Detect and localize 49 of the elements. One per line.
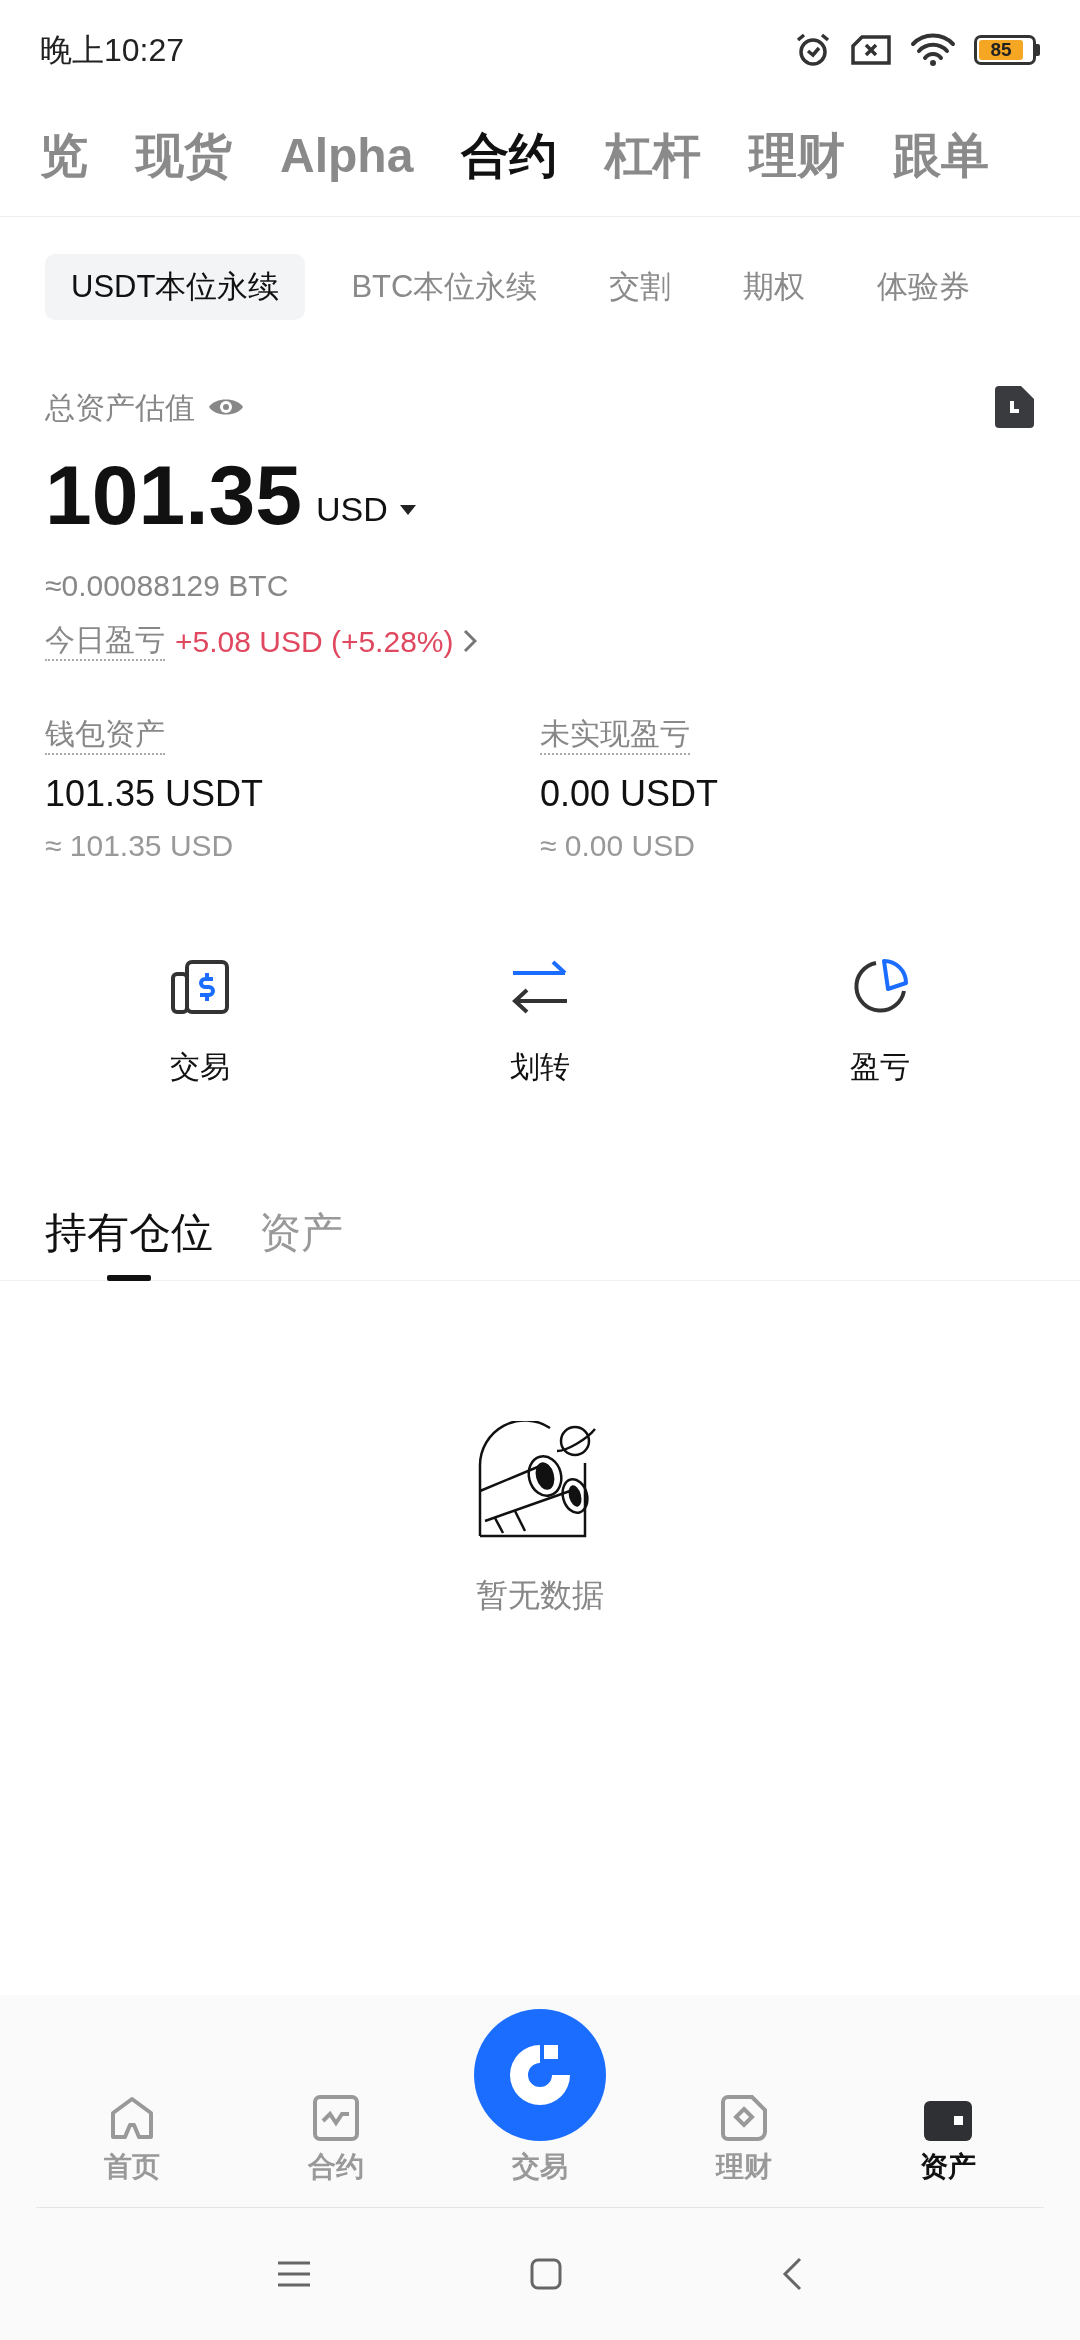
category-tab[interactable]: 现货 <box>136 119 232 192</box>
contract-type-tab[interactable]: 交割 <box>583 254 698 320</box>
category-tab[interactable]: Alpha <box>280 119 414 192</box>
stat-label: 钱包资产 <box>45 715 165 755</box>
stat-label: 未实现盈亏 <box>540 715 690 755</box>
stat-value: 0.00 USDT <box>540 772 719 816</box>
status-time: 晚上10:27 <box>40 30 185 70</box>
btc-equivalent: ≈0.00088129 BTC <box>45 568 290 603</box>
diamond-card-icon <box>721 2095 767 2141</box>
currency-selector[interactable]: USD <box>315 484 416 537</box>
wallet-icon <box>924 2101 972 2141</box>
action-button[interactable]: 划转 <box>370 956 710 1089</box>
holdings-tab[interactable]: 持有仓位 <box>45 1201 213 1281</box>
back-icon[interactable] <box>782 2257 802 2291</box>
history-record-icon[interactable] <box>993 385 1035 429</box>
stat-equivalent: ≈ 0.00 USD <box>540 828 695 864</box>
stat-equivalent: ≈ 101.35 USD <box>45 828 234 864</box>
caret-icon <box>399 504 416 515</box>
today-pnl-value: +5.08 USD (+5.28%) <box>175 623 454 660</box>
stat-value: 101.35 USDT <box>45 772 264 816</box>
category-tab[interactable]: 理财 <box>749 119 846 192</box>
dollar-card-icon <box>170 957 230 1017</box>
category-tab[interactable]: 杠杆 <box>605 119 702 192</box>
total-assets-label: 总资产估值 <box>45 389 195 426</box>
nav-tab[interactable]: 交易 <box>474 2009 606 2185</box>
contract-type-tab[interactable]: USDT本位永续 <box>45 254 306 320</box>
empty-state-text: 暂无数据 <box>476 1576 604 1615</box>
holdings-tab[interactable]: 资产 <box>259 1201 343 1281</box>
wifi-icon <box>910 32 956 67</box>
home-icon <box>109 2095 155 2141</box>
contract-type-tab[interactable]: BTC本位永续 <box>325 254 564 320</box>
category-tab[interactable]: 跟单 <box>893 119 990 192</box>
action-button[interactable]: 交易 <box>30 956 370 1089</box>
nav-tab[interactable]: 首页 <box>104 2095 160 2185</box>
nav-tab[interactable]: 合约 <box>308 2095 364 2185</box>
sim-card-icon <box>850 33 892 66</box>
contract-type-tab[interactable]: 期权 <box>717 254 832 320</box>
total-amount: 101.35 <box>45 453 302 537</box>
transfer-arrows-icon <box>510 959 570 1015</box>
nav-tab[interactable]: 资产 <box>920 2101 976 2185</box>
nav-tab[interactable]: 理财 <box>716 2095 772 2185</box>
chevron-right-icon[interactable] <box>463 629 478 653</box>
category-tab[interactable]: 合约 <box>461 119 558 192</box>
home-square-icon[interactable] <box>530 2258 562 2290</box>
menu-icon[interactable] <box>278 2261 310 2287</box>
action-button[interactable]: 盈亏 <box>710 956 1050 1089</box>
contract-type-tab[interactable]: 体验券 <box>851 254 997 320</box>
today-pnl-label: 今日盈亏 <box>45 621 165 661</box>
category-tab[interactable]: 览 <box>40 119 88 192</box>
